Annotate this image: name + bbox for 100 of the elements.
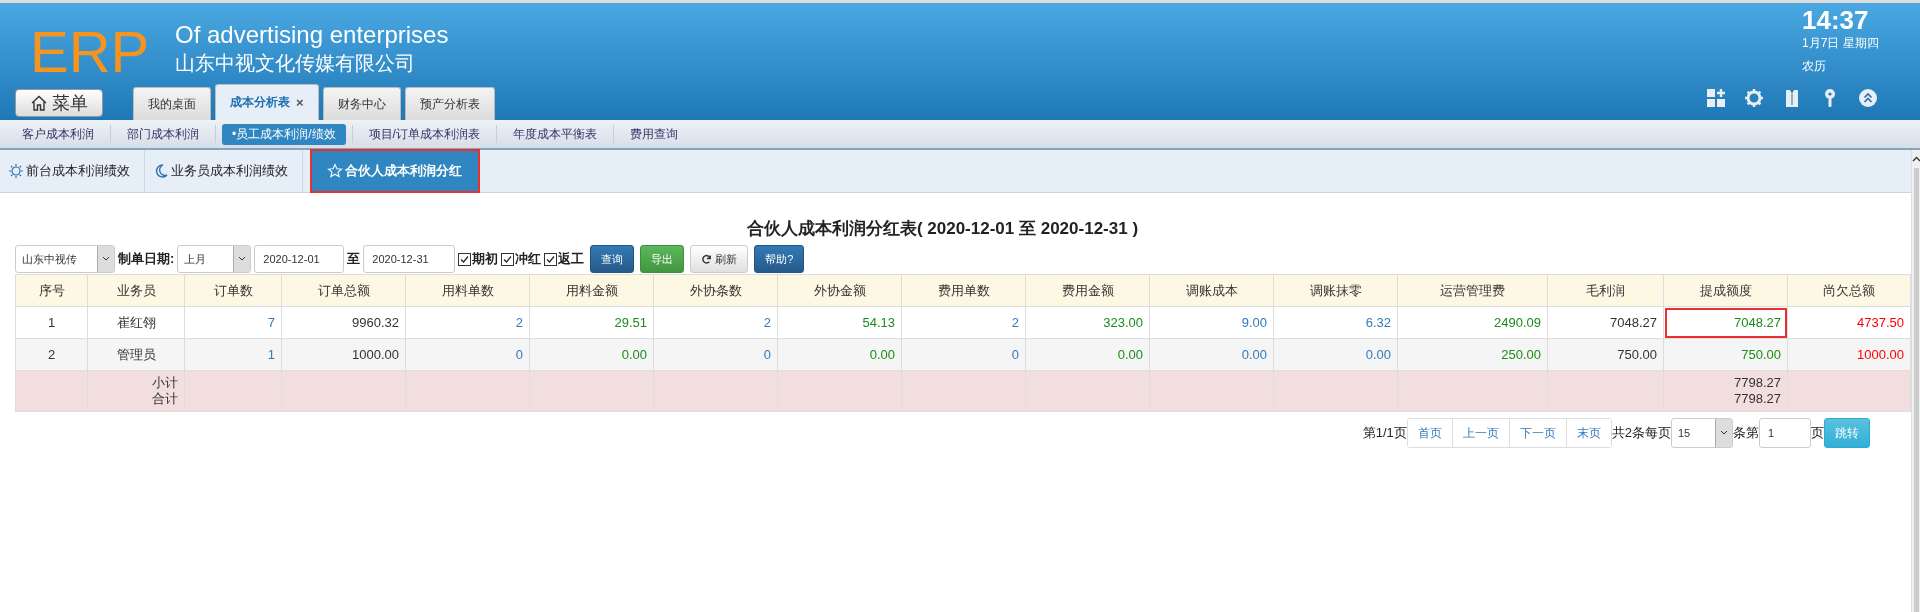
table-cell: 0.00 [529, 338, 654, 371]
star-icon [327, 163, 343, 179]
page-button[interactable]: 首页 [1407, 419, 1453, 447]
column-header: 费用金额 [1025, 274, 1150, 307]
refresh-icon [701, 253, 713, 265]
caret-icon [238, 256, 247, 262]
filter-checkbox[interactable]: 返工 [544, 250, 585, 268]
column-header: 用料金额 [529, 274, 654, 307]
nav-tab[interactable]: 成本分析表 × [215, 84, 319, 120]
nav-tab[interactable]: 我的桌面 [133, 87, 211, 120]
caret-icon [102, 256, 110, 262]
table-cell: 2 [15, 338, 88, 371]
table-cell: 0 [653, 338, 778, 371]
subnav-link[interactable]: 费用查询 [619, 123, 688, 145]
filter-checkbox[interactable]: 期初 [458, 250, 499, 268]
nav-tab[interactable]: 预产分析表 [404, 87, 495, 120]
filter-checkbox[interactable]: 冲红 [501, 250, 542, 268]
collapse-icon[interactable] [1858, 88, 1878, 108]
column-header: 毛利润 [1547, 274, 1664, 307]
table-cell: 29.51 [529, 306, 654, 339]
scroll-up-icon[interactable] [1912, 156, 1920, 162]
range-separator: 至 [347, 250, 361, 268]
subnav-link[interactable]: 客户成本利润 [12, 123, 104, 145]
column-header: 调账抹零 [1273, 274, 1398, 307]
subnav-link[interactable]: 部门成本利润 [117, 123, 209, 145]
table-cell: 54.13 [777, 306, 902, 339]
table-cell: 1 [184, 338, 282, 371]
table-cell: 750.00 [1663, 338, 1788, 371]
settings-icon[interactable] [1744, 88, 1764, 108]
menu-button[interactable]: 菜单 [15, 89, 103, 117]
close-icon[interactable]: × [296, 95, 304, 110]
action-button[interactable]: 查询 [590, 245, 635, 273]
subnav-link[interactable]: 项目/订单成本利润表 [358, 123, 490, 145]
table-cell: 0.00 [1149, 338, 1274, 371]
subnav-link[interactable]: •员工成本利润/绩效 [222, 123, 346, 145]
table-cell: 0 [901, 338, 1026, 371]
date-label: 制单日期: [118, 250, 175, 268]
refresh-button[interactable]: 刷新 [690, 245, 749, 273]
moon-icon [153, 163, 169, 179]
nav-tab[interactable]: 财务中心 [322, 87, 401, 120]
table-cell: 0 [405, 338, 530, 371]
table-cell: 2 [901, 306, 1026, 339]
column-header: 业务员 [87, 274, 185, 307]
table-cell: 2 [405, 306, 530, 339]
table-cell: 9.00 [1149, 306, 1274, 339]
column-header: 运营管理费 [1397, 274, 1548, 307]
table-cell: 7 [184, 306, 282, 339]
table-cell: 7048.27 [1663, 306, 1788, 339]
report-tab[interactable]: 业务员成本利润绩效 [145, 150, 303, 192]
check-icon [460, 254, 470, 264]
period-select[interactable]: 上月 [177, 245, 252, 273]
subnav-link[interactable]: 年度成本平衡表 [502, 123, 607, 145]
table-cell: 1 [15, 306, 88, 339]
start-date-field[interactable]: 2020-12-01 [254, 245, 345, 273]
table-cell: 管理员 [87, 338, 185, 371]
lunar-date: 农历 [1802, 58, 1826, 75]
table-cell: 2490.09 [1397, 306, 1548, 339]
table-cell: 1000.00 [281, 338, 406, 371]
caret-icon [1720, 430, 1728, 436]
table-cell: 0.00 [1273, 338, 1398, 371]
page-size-select[interactable]: 15 [1671, 418, 1733, 448]
company-name: 山东中视文化传媒有限公司 [175, 51, 416, 76]
table-cell: 9960.32 [281, 306, 406, 339]
end-date-field[interactable]: 2020-12-31 [363, 245, 456, 273]
table-cell: 323.00 [1025, 306, 1150, 339]
scrollbar[interactable] [1911, 150, 1920, 612]
column-header: 订单总额 [281, 274, 406, 307]
check-icon [503, 254, 513, 264]
clock-time: 14:37 [1802, 6, 1869, 34]
table-cell: 1000.00 [1787, 338, 1911, 371]
table-cell: 4737.50 [1787, 306, 1911, 339]
page-field[interactable]: 1 [1759, 418, 1811, 448]
sun-icon [8, 163, 24, 179]
company-select[interactable]: 山东中视传 [15, 245, 115, 273]
add-widget-icon[interactable] [1706, 88, 1726, 108]
column-header: 用料单数 [405, 274, 530, 307]
column-header: 订单数 [184, 274, 282, 307]
report-tab[interactable]: 前台成本利润绩效 [0, 150, 145, 192]
app-title: Of advertising enterprises [175, 21, 450, 49]
page-suffix: 页 [1811, 424, 1824, 442]
page-info: 第1/1页 [1362, 424, 1407, 442]
column-header: 调账成本 [1149, 274, 1274, 307]
column-header: 尚欠总额 [1787, 274, 1911, 307]
clock-date: 1月7日 星期四 [1802, 35, 1879, 52]
table-cell: 750.00 [1547, 338, 1664, 371]
table-cell: 2 [653, 306, 778, 339]
table-cell: 250.00 [1397, 338, 1548, 371]
column-header: 提成额度 [1663, 274, 1788, 307]
table-cell: 0.00 [777, 338, 902, 371]
table-cell: 7048.27 [1547, 306, 1664, 339]
total-label: 小计 合计 [151, 375, 178, 407]
logo: ERP [29, 23, 151, 81]
column-header: 外协金额 [777, 274, 902, 307]
check-icon [546, 254, 556, 264]
action-button[interactable]: 帮助? [754, 245, 805, 273]
table-cell: 6.32 [1273, 306, 1398, 339]
report-tab[interactable]: 合伙人成本利润分红 [311, 150, 479, 192]
report-title: 合伙人成本利润分红表( 2020-12-01 至 2020-12-31 ) [745, 218, 1140, 240]
table-cell: 崔红翎 [87, 306, 185, 339]
goto-label: 条第 [1733, 424, 1759, 442]
